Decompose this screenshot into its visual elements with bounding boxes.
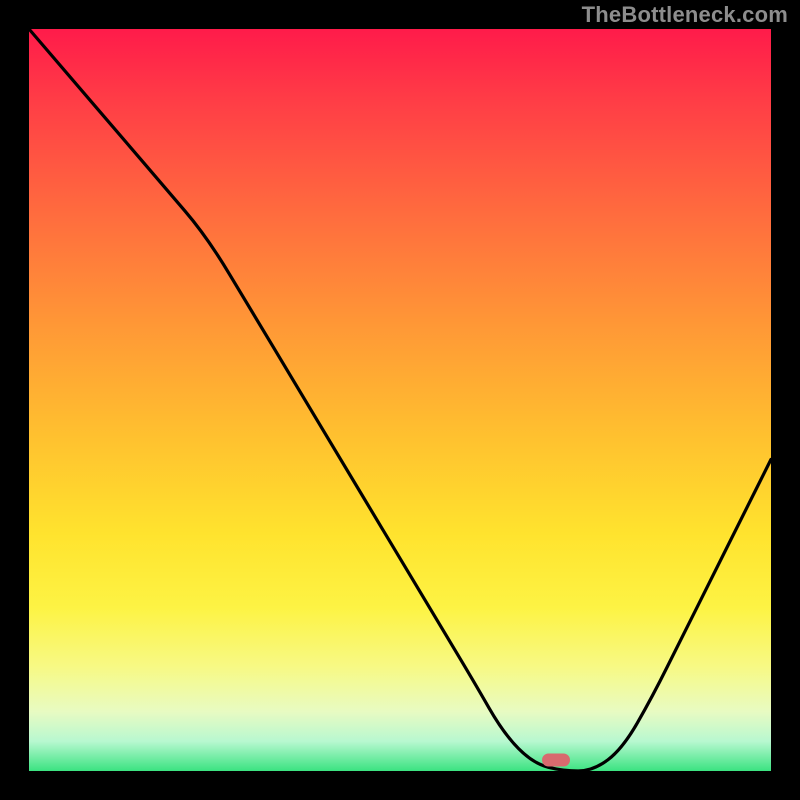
chart-frame: TheBottleneck.com xyxy=(0,0,800,800)
watermark-text: TheBottleneck.com xyxy=(582,2,788,28)
optimal-point-marker xyxy=(542,753,570,766)
bottleneck-curve xyxy=(29,29,771,771)
